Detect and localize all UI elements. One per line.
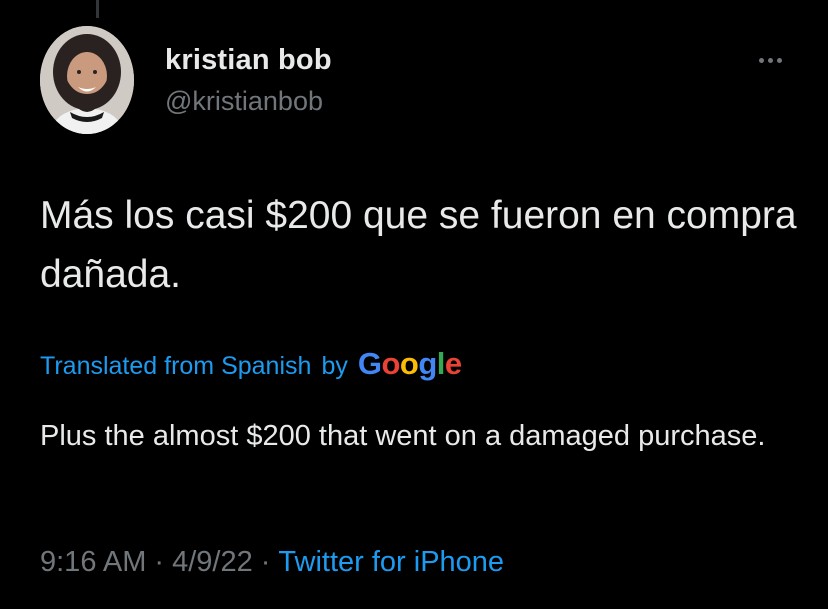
more-options-button[interactable] bbox=[750, 48, 790, 72]
google-logo: Google bbox=[358, 346, 462, 382]
tweet-time: 9:16 AM bbox=[40, 546, 147, 578]
author-handle[interactable]: @kristianbob bbox=[165, 86, 323, 117]
google-logo-letter: e bbox=[444, 346, 462, 381]
tweet-date: 4/9/22 bbox=[172, 546, 253, 578]
tweet-source-link[interactable]: Twitter for iPhone bbox=[278, 546, 504, 579]
translated-from-link[interactable]: Translated from Spanish bbox=[40, 352, 311, 381]
translated-text: Plus the almost $200 that went on a dama… bbox=[40, 420, 766, 452]
thread-connector-line bbox=[96, 0, 99, 18]
translation-by-label: by bbox=[321, 352, 348, 380]
google-logo-letter: o bbox=[381, 346, 400, 381]
more-options-icon-dot bbox=[767, 57, 773, 63]
google-logo-letter: o bbox=[399, 346, 419, 381]
translation-attribution: Translated from Spanish by Google bbox=[40, 346, 462, 382]
meta-separator: · bbox=[154, 546, 165, 578]
author-avatar[interactable] bbox=[40, 26, 134, 134]
tweet-text: Más los casi $200 que se fueron en compr… bbox=[40, 194, 797, 296]
author-display-name[interactable]: kristian bob bbox=[165, 44, 332, 77]
meta-separator: · bbox=[260, 546, 271, 578]
google-logo-letter: G bbox=[357, 346, 382, 381]
google-logo-letter: g bbox=[418, 346, 437, 381]
tweet-metadata: 9:16 AM · 4/9/22 · Twitter for iPhone bbox=[40, 546, 504, 579]
more-options-icon bbox=[758, 57, 764, 63]
profile-photo-icon bbox=[40, 26, 134, 134]
more-options-icon-dot bbox=[776, 57, 782, 63]
google-logo-letter: l bbox=[436, 346, 446, 381]
